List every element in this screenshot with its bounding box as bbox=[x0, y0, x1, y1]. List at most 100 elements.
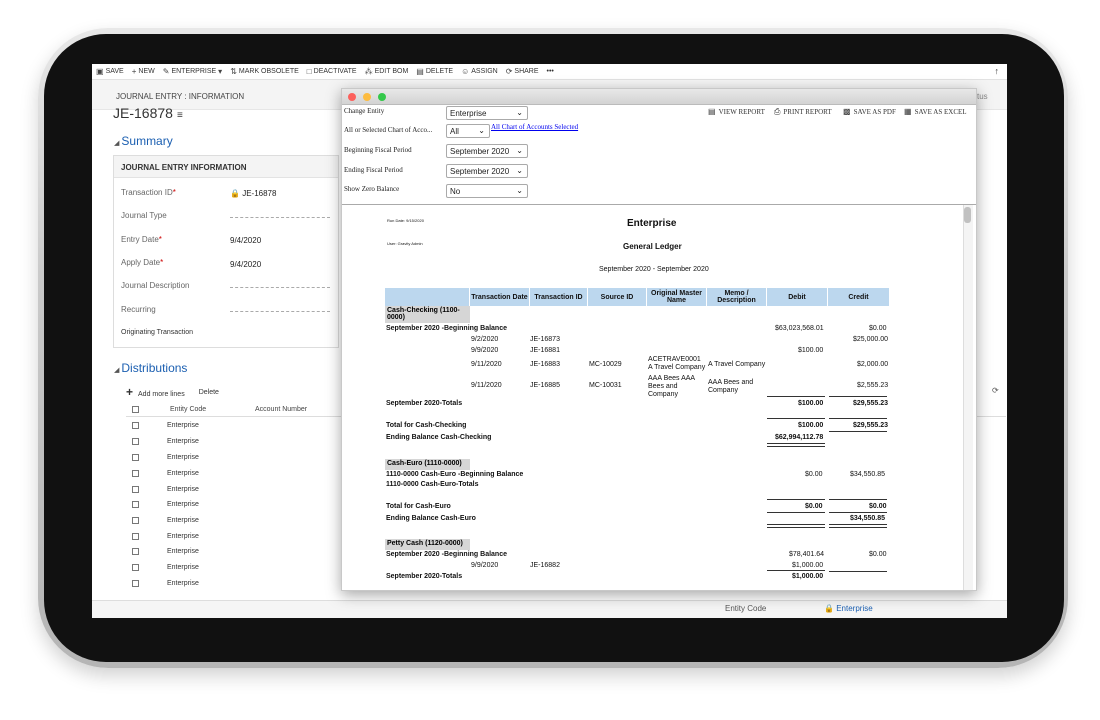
select-all-checkbox[interactable] bbox=[132, 406, 139, 413]
assign-button[interactable]: ☺ ASSIGN bbox=[457, 64, 502, 80]
journal-description-label: Journal Description bbox=[121, 281, 190, 290]
table-row[interactable]: Enterprise bbox=[126, 498, 346, 513]
report-window: Change Entity Enterprise ⌄ All or Selecte… bbox=[341, 88, 977, 591]
report-scrollbar[interactable] bbox=[963, 205, 973, 590]
row-transaction-id: JE-16883 bbox=[530, 361, 560, 368]
all-chart-accounts-link[interactable]: All Chart of Accounts Selected bbox=[491, 123, 578, 131]
row-checkbox[interactable] bbox=[132, 438, 139, 445]
table-row[interactable]: Enterprise bbox=[126, 545, 346, 560]
delete-lines-button[interactable]: Delete bbox=[199, 389, 219, 396]
total-rule bbox=[829, 512, 887, 513]
beginning-debit: $63,023,568.01 bbox=[775, 325, 824, 332]
row-transaction-id: JE-16881 bbox=[530, 347, 560, 354]
summary-section-title[interactable]: ◢ Summary bbox=[114, 134, 173, 148]
obsolete-icon: ⇅ bbox=[230, 67, 237, 76]
breadcrumb: JOURNAL ENTRY : INFORMATION bbox=[116, 92, 245, 101]
add-lines-button[interactable]: + Add more lines bbox=[126, 385, 185, 399]
row-checkbox[interactable] bbox=[132, 454, 139, 461]
chart-accounts-select[interactable]: All ⌄ bbox=[446, 124, 490, 138]
row-checkbox[interactable] bbox=[132, 564, 139, 571]
change-entity-label: Change Entity bbox=[344, 107, 385, 115]
deactivate-icon: □ bbox=[306, 67, 312, 76]
share-button[interactable]: ⟳ SHARE bbox=[502, 64, 543, 80]
transaction-id-label: Transaction ID* bbox=[121, 188, 176, 197]
apply-date-field[interactable]: 9/4/2020 bbox=[230, 260, 261, 269]
row-checkbox[interactable] bbox=[132, 580, 139, 587]
entry-date-field[interactable]: 9/4/2020 bbox=[230, 236, 261, 245]
row-source-id: MC-10031 bbox=[589, 382, 622, 389]
delete-button[interactable]: ▤ DELETE bbox=[412, 64, 457, 80]
save-button[interactable]: ▣ SAVE bbox=[92, 64, 128, 80]
save-excel-button[interactable]: ▦ SAVE AS EXCEL bbox=[904, 107, 967, 116]
row-checkbox[interactable] bbox=[132, 548, 139, 555]
transaction-id-field[interactable]: 🔒 JE-16878 bbox=[230, 189, 276, 198]
total-rule bbox=[767, 527, 825, 528]
distributions-section-title[interactable]: ◢ Distributions bbox=[114, 361, 187, 375]
report-scroll-thumb[interactable] bbox=[964, 207, 971, 223]
row-checkbox[interactable] bbox=[132, 470, 139, 477]
mark-obsolete-button[interactable]: ⇅ MARK OBSOLETE bbox=[226, 64, 303, 80]
pdf-icon: ▩ bbox=[843, 107, 851, 116]
new-button[interactable]: + NEW bbox=[128, 64, 159, 80]
report-title: General Ledger bbox=[623, 242, 682, 251]
row-checkbox[interactable] bbox=[132, 517, 139, 524]
collapse-caret-icon: ◢ bbox=[114, 140, 120, 147]
print-report-button[interactable]: ⎙ PRINT REPORT bbox=[774, 107, 832, 117]
table-row[interactable]: Enterprise bbox=[126, 514, 346, 529]
deactivate-button[interactable]: □ DEACTIVATE bbox=[303, 64, 361, 80]
journal-type-field[interactable] bbox=[230, 217, 330, 218]
edit-bom-icon: ⁂ bbox=[364, 67, 373, 76]
beginning-balance-label: September 2020 -Beginning Balance bbox=[386, 325, 507, 332]
zoom-window-button[interactable] bbox=[378, 93, 386, 101]
enterprise-dropdown[interactable]: ✎ ENTERPRISE ▾ bbox=[159, 64, 226, 80]
recurring-field[interactable] bbox=[230, 311, 330, 312]
distribution-tools: + Add more lines Delete bbox=[126, 385, 219, 399]
entity-code-value[interactable]: 🔒 Enterprise bbox=[824, 604, 873, 613]
collapse-caret-icon: ◢ bbox=[114, 367, 120, 374]
row-checkbox[interactable] bbox=[132, 501, 139, 508]
row-date: 9/2/2020 bbox=[471, 336, 499, 343]
ending-period-select[interactable]: September 2020 ⌄ bbox=[446, 164, 528, 178]
record-menu-icon[interactable]: ≡ bbox=[177, 110, 183, 121]
table-row[interactable]: Enterprise bbox=[126, 577, 346, 592]
plus-icon: + bbox=[126, 385, 134, 399]
scroll-up-icon[interactable]: ↑ bbox=[995, 66, 1000, 76]
column-account-number[interactable]: Account Number bbox=[255, 406, 307, 413]
lock-icon: 🔒 bbox=[230, 189, 240, 198]
more-button[interactable]: ••• bbox=[543, 64, 558, 80]
journal-description-field[interactable] bbox=[230, 287, 330, 288]
beginning-period-select[interactable]: September 2020 ⌄ bbox=[446, 144, 528, 158]
row-memo: AAA Bees and Company bbox=[708, 379, 754, 394]
table-row[interactable]: Enterprise bbox=[126, 451, 346, 466]
table-row[interactable]: Enterprise bbox=[126, 483, 346, 498]
save-pdf-button[interactable]: ▩ SAVE AS PDF bbox=[843, 107, 896, 116]
row-checkbox[interactable] bbox=[132, 486, 139, 493]
minimize-window-button[interactable] bbox=[363, 93, 371, 101]
window-titlebar[interactable] bbox=[342, 89, 976, 105]
account-group-heading: Cash-Euro (1110-0000) bbox=[385, 459, 470, 470]
edit-bom-button[interactable]: ⁂ EDIT BOM bbox=[361, 64, 413, 80]
table-row[interactable]: Enterprise bbox=[126, 419, 346, 434]
save-icon: ▣ bbox=[96, 67, 104, 76]
column-entity-code[interactable]: Entity Code bbox=[170, 406, 206, 413]
row-debit: $100.00 bbox=[798, 347, 824, 354]
required-marker: * bbox=[158, 235, 162, 244]
refresh-icon[interactable]: ⟳ bbox=[992, 386, 999, 395]
table-row[interactable]: Enterprise bbox=[126, 530, 346, 545]
panel-title: JOURNAL ENTRY INFORMATION bbox=[114, 156, 338, 178]
table-row[interactable]: Enterprise bbox=[126, 435, 346, 450]
chevron-down-icon: ⌄ bbox=[516, 186, 523, 195]
table-row[interactable]: Enterprise bbox=[126, 467, 346, 482]
beginning-credit: $34,550.85 bbox=[850, 471, 886, 478]
table-row[interactable]: Enterprise bbox=[126, 561, 346, 576]
assign-icon: ☺ bbox=[461, 67, 470, 76]
row-checkbox[interactable] bbox=[132, 422, 139, 429]
change-entity-select[interactable]: Enterprise ⌄ bbox=[446, 106, 528, 120]
show-zero-select[interactable]: No ⌄ bbox=[446, 184, 528, 198]
view-report-button[interactable]: ▤ VIEW REPORT bbox=[708, 107, 765, 116]
close-window-button[interactable] bbox=[348, 93, 356, 101]
trash-icon: ▤ bbox=[416, 67, 424, 76]
total-rule bbox=[829, 396, 887, 397]
row-checkbox[interactable] bbox=[132, 533, 139, 540]
beginning-credit: $0.00 bbox=[869, 551, 887, 558]
